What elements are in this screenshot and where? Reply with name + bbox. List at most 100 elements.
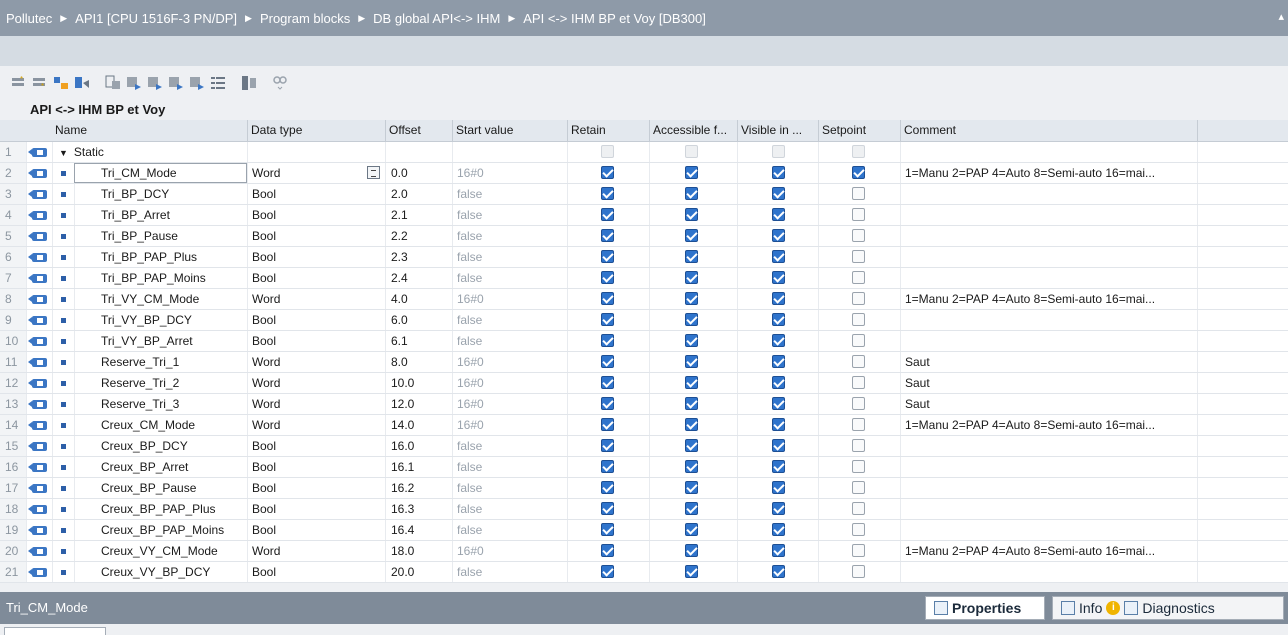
visible-cell[interactable] [737,520,818,540]
retain-checkbox[interactable] [601,229,614,242]
setpoint-checkbox[interactable] [852,481,865,494]
setpoint-checkbox[interactable] [852,292,865,305]
visible-checkbox[interactable] [772,166,785,179]
name-cell[interactable]: Creux_VY_CM_Mode [74,541,247,561]
accessible-checkbox[interactable] [685,187,698,200]
visible-cell[interactable] [737,289,818,309]
retain-cell[interactable] [567,184,649,204]
expand-triangle-icon[interactable]: ▼ [59,148,68,158]
name-cell[interactable]: Tri_VY_BP_Arret [74,331,247,351]
data-type-cell[interactable]: Word [247,415,385,435]
setpoint-cell[interactable] [818,541,900,561]
header-name[interactable]: Name [52,120,247,141]
comment-cell[interactable] [900,142,1197,162]
data-type-cell[interactable]: Word [247,541,385,561]
comment-cell[interactable] [900,436,1197,456]
data-type-cell[interactable]: Bool [247,310,385,330]
start-value-cell[interactable]: 16#0 [452,394,567,414]
retain-cell[interactable] [567,499,649,519]
data-type-cell[interactable]: Word [247,289,385,309]
static-section-name[interactable]: ▼ Static [52,142,247,162]
start-value-cell[interactable]: false [452,478,567,498]
accessible-cell[interactable] [649,331,737,351]
list-view-icon[interactable] [209,74,227,92]
accessible-checkbox[interactable] [685,229,698,242]
start-value-cell[interactable] [452,142,567,162]
accessible-checkbox[interactable] [685,250,698,263]
retain-checkbox[interactable] [601,250,614,263]
start-value-cell[interactable]: false [452,205,567,225]
start-value-cell[interactable]: false [452,310,567,330]
visible-checkbox[interactable] [772,145,785,158]
breadcrumb-item[interactable]: API <-> IHM BP et Voy [DB300] [523,11,706,26]
setpoint-cell[interactable] [818,394,900,414]
comment-cell[interactable] [900,184,1197,204]
retain-checkbox[interactable] [601,397,614,410]
visible-cell[interactable] [737,541,818,561]
load-snapshot-icon[interactable] [146,74,164,92]
setpoint-cell[interactable] [818,562,900,582]
setpoint-checkbox[interactable] [852,271,865,284]
name-cell[interactable]: Tri_VY_CM_Mode [74,289,247,309]
start-value-cell[interactable]: false [452,520,567,540]
accessible-cell[interactable] [649,499,737,519]
start-value-cell[interactable]: 16#0 [452,163,567,183]
table-row[interactable]: 21 Creux_VY_BP_DCY Bool 20.0 false [0,562,1288,583]
visible-cell[interactable] [737,247,818,267]
retain-cell[interactable] [567,415,649,435]
retain-cell[interactable] [567,457,649,477]
visible-cell[interactable] [737,163,818,183]
comment-cell[interactable]: Saut [900,394,1197,414]
name-cell[interactable]: Creux_VY_BP_DCY [74,562,247,582]
setpoint-cell[interactable] [818,268,900,288]
accessible-cell[interactable] [649,541,737,561]
name-cell[interactable]: Creux_BP_PAP_Moins [74,520,247,540]
table-row[interactable]: 14 Creux_CM_Mode Word 14.0 16#0 1=Manu 2=PAP … [0,415,1288,436]
setpoint-checkbox[interactable] [852,439,865,452]
setpoint-checkbox[interactable] [852,565,865,578]
name-cell[interactable]: Tri_BP_PAP_Plus [74,247,247,267]
start-value-cell[interactable]: 16#0 [452,541,567,561]
comment-cell[interactable] [900,478,1197,498]
visible-checkbox[interactable] [772,250,785,263]
retain-checkbox[interactable] [601,145,614,158]
retain-checkbox[interactable] [601,502,614,515]
setpoint-cell[interactable] [818,184,900,204]
name-cell[interactable]: Tri_BP_Arret [74,205,247,225]
start-value-cell[interactable]: false [452,436,567,456]
name-cell[interactable]: Creux_CM_Mode [74,415,247,435]
setpoint-cell[interactable] [818,331,900,351]
retain-checkbox[interactable] [601,313,614,326]
setpoint-checkbox[interactable] [852,166,865,179]
setpoint-cell[interactable] [818,247,900,267]
name-cell[interactable]: Tri_BP_DCY [74,184,247,204]
collapse-all-icon[interactable] [73,74,91,92]
retain-cell[interactable] [567,541,649,561]
name-cell[interactable]: Creux_BP_DCY [74,436,247,456]
visible-checkbox[interactable] [772,376,785,389]
retain-cell[interactable] [567,289,649,309]
visible-cell[interactable] [737,331,818,351]
table-row[interactable]: 7 Tri_BP_PAP_Moins Bool 2.4 false [0,268,1288,289]
start-value-cell[interactable]: false [452,184,567,204]
start-value-cell[interactable]: false [452,226,567,246]
comment-cell[interactable]: Saut [900,352,1197,372]
breadcrumb-item[interactable]: Program blocks [260,11,350,26]
visible-cell[interactable] [737,478,818,498]
retain-checkbox[interactable] [601,187,614,200]
accessible-cell[interactable] [649,457,737,477]
data-type-cell[interactable]: Word [247,394,385,414]
accessible-cell[interactable] [649,478,737,498]
table-row-static[interactable]: 1 ▼ Static [0,142,1288,163]
retain-cell[interactable] [567,562,649,582]
retain-checkbox[interactable] [601,208,614,221]
setpoint-cell[interactable] [818,163,900,183]
comment-cell[interactable] [900,226,1197,246]
table-row[interactable]: 6 Tri_BP_PAP_Plus Bool 2.3 false [0,247,1288,268]
accessible-checkbox[interactable] [685,565,698,578]
visible-cell[interactable] [737,457,818,477]
setpoint-checkbox[interactable] [852,250,865,263]
header-accessible[interactable]: Accessible f... [649,120,737,141]
data-type-cell[interactable]: Bool [247,268,385,288]
retain-checkbox[interactable] [601,271,614,284]
